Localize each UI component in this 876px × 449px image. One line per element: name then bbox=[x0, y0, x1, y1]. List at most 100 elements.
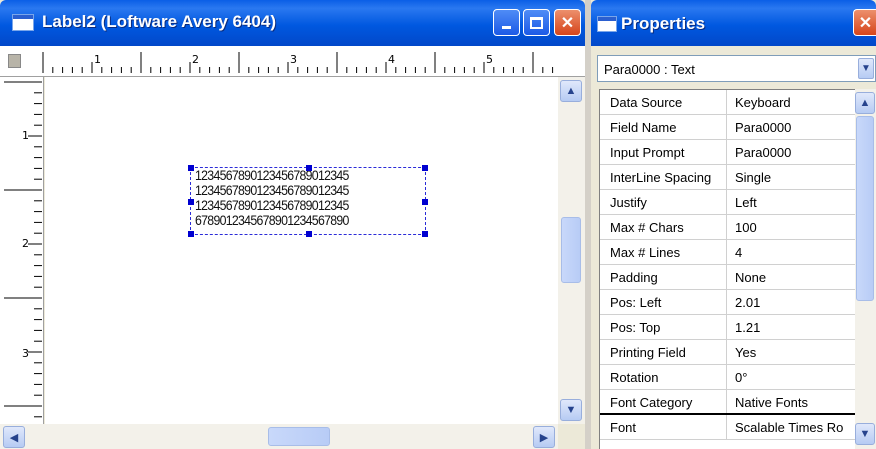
close-icon: ✕ bbox=[858, 14, 873, 32]
vertical-scroll-thumb[interactable] bbox=[561, 217, 581, 283]
minimize-icon bbox=[502, 26, 511, 29]
object-selector-value: Para0000 : Text bbox=[604, 62, 695, 77]
property-row[interactable]: Pos: Left 2.01 bbox=[600, 290, 855, 315]
ruler-number: 4 bbox=[388, 53, 395, 66]
horizontal-scroll-thumb[interactable] bbox=[268, 427, 330, 446]
property-value[interactable]: Yes bbox=[727, 340, 855, 364]
property-value[interactable]: 2.01 bbox=[727, 290, 855, 314]
resize-handle-sw[interactable] bbox=[188, 231, 194, 237]
property-row[interactable]: Printing Field Yes bbox=[600, 340, 855, 365]
close-button[interactable]: ✕ bbox=[554, 9, 581, 36]
property-name: Field Name bbox=[600, 115, 727, 139]
property-value[interactable]: 4 bbox=[727, 240, 855, 264]
scroll-down-button[interactable]: ▼ bbox=[560, 399, 582, 421]
scroll-up-button[interactable]: ▲ bbox=[855, 92, 875, 114]
ruler-number: 1 bbox=[94, 53, 101, 66]
property-name: Pos: Left bbox=[600, 290, 727, 314]
properties-titlebar[interactable]: Properties ✕ bbox=[591, 0, 876, 46]
property-row[interactable]: Max # Lines 4 bbox=[600, 240, 855, 265]
property-value[interactable]: None bbox=[727, 265, 855, 289]
property-name: Data Source bbox=[600, 90, 727, 114]
window-icon bbox=[597, 16, 617, 32]
property-row[interactable]: Font Scalable Times Ro bbox=[600, 415, 855, 440]
chevron-right-icon: ▶ bbox=[539, 431, 549, 444]
property-row[interactable]: Input Prompt Para0000 bbox=[600, 140, 855, 165]
scroll-corner bbox=[558, 424, 585, 449]
window-icon bbox=[12, 14, 34, 31]
ruler-number: 3 bbox=[290, 53, 297, 66]
property-value[interactable]: Keyboard bbox=[727, 90, 855, 114]
properties-scrollbar[interactable]: ▲ ▼ bbox=[855, 89, 876, 449]
label-window-title: Label2 (Loftware Avery 6404) bbox=[42, 12, 276, 31]
property-name: Justify bbox=[600, 190, 727, 214]
text-line: 1234567890123456789012345 bbox=[195, 167, 349, 183]
property-name: Input Prompt bbox=[600, 140, 727, 164]
ruler-number: 3 bbox=[22, 347, 29, 360]
vertical-scrollbar[interactable]: ▲ ▼ bbox=[558, 77, 585, 424]
close-icon: ✕ bbox=[560, 14, 575, 32]
property-value[interactable]: Para0000 bbox=[727, 115, 855, 139]
property-row[interactable]: Padding None bbox=[600, 265, 855, 290]
property-name: Max # Chars bbox=[600, 215, 727, 239]
scroll-down-button[interactable]: ▼ bbox=[855, 423, 875, 445]
dropdown-button[interactable]: ▼ bbox=[858, 58, 874, 79]
maximize-button[interactable] bbox=[523, 9, 550, 36]
horizontal-scrollbar[interactable]: ◀ ▶ bbox=[0, 424, 558, 449]
property-row[interactable]: Data Source Keyboard bbox=[600, 90, 855, 115]
property-name: Font Category bbox=[600, 390, 727, 413]
properties-title: Properties bbox=[621, 14, 706, 33]
ruler-number: 2 bbox=[22, 237, 29, 250]
minimize-button[interactable] bbox=[493, 9, 520, 36]
property-grid: Data Source Keyboard Field Name Para0000 Inp… bbox=[599, 89, 855, 449]
text-line: 1234567890123456789012345 bbox=[195, 197, 349, 213]
property-row[interactable]: Field Name Para0000 bbox=[600, 115, 855, 140]
property-row[interactable]: Font Category Native Fonts bbox=[600, 390, 855, 415]
label-window-titlebar[interactable]: Label2 (Loftware Avery 6404) ✕ bbox=[0, 0, 585, 46]
chevron-left-icon: ◀ bbox=[9, 431, 19, 444]
property-value[interactable]: 100 bbox=[727, 215, 855, 239]
chevron-down-icon: ▼ bbox=[565, 404, 577, 416]
resize-handle-w[interactable] bbox=[188, 199, 194, 205]
resize-handle-ne[interactable] bbox=[422, 165, 428, 171]
resize-handle-se[interactable] bbox=[422, 231, 428, 237]
label-canvas[interactable]: 1234567890123456789012345 12345678901234… bbox=[45, 77, 558, 424]
property-value[interactable]: Left bbox=[727, 190, 855, 214]
resize-handle-nw[interactable] bbox=[188, 165, 194, 171]
properties-window: Properties ✕ Para0000 : Text ▼ Data Sour… bbox=[591, 0, 876, 449]
property-value[interactable]: Single bbox=[727, 165, 855, 189]
property-value[interactable]: Native Fonts bbox=[727, 390, 855, 413]
chevron-up-icon: ▲ bbox=[565, 85, 577, 97]
resize-handle-n[interactable] bbox=[306, 165, 312, 171]
property-value[interactable]: Scalable Times Ro bbox=[727, 415, 855, 439]
resize-handle-e[interactable] bbox=[422, 199, 428, 205]
property-row[interactable]: Max # Chars 100 bbox=[600, 215, 855, 240]
property-name: Font bbox=[600, 415, 727, 439]
property-name: InterLine Spacing bbox=[600, 165, 727, 189]
property-name: Max # Lines bbox=[600, 240, 727, 264]
property-row[interactable]: InterLine Spacing Single bbox=[600, 165, 855, 190]
horizontal-ruler: 1 2 3 4 5 bbox=[0, 46, 585, 77]
text-line: 6789012345678901234567890 bbox=[195, 212, 349, 228]
text-field-selection[interactable]: 1234567890123456789012345 12345678901234… bbox=[188, 165, 428, 237]
property-value[interactable]: Para0000 bbox=[727, 140, 855, 164]
property-name: Printing Field bbox=[600, 340, 727, 364]
property-row[interactable]: Pos: Top 1.21 bbox=[600, 315, 855, 340]
label-window: Label2 (Loftware Avery 6404) ✕ 1 2 3 4 5… bbox=[0, 0, 585, 449]
property-value[interactable]: 0° bbox=[727, 365, 855, 389]
scroll-right-button[interactable]: ▶ bbox=[533, 426, 555, 448]
ruler-number: 2 bbox=[192, 53, 199, 66]
scroll-up-button[interactable]: ▲ bbox=[560, 80, 582, 102]
chevron-down-icon: ▼ bbox=[859, 428, 871, 440]
object-selector[interactable]: Para0000 : Text ▼ bbox=[597, 55, 876, 82]
ruler-number: 1 bbox=[22, 129, 29, 142]
property-row[interactable]: Rotation 0° bbox=[600, 365, 855, 390]
property-value[interactable]: 1.21 bbox=[727, 315, 855, 339]
property-row[interactable]: Justify Left bbox=[600, 190, 855, 215]
properties-scroll-thumb[interactable] bbox=[856, 116, 874, 301]
property-name: Padding bbox=[600, 265, 727, 289]
scroll-left-button[interactable]: ◀ bbox=[3, 426, 25, 448]
chevron-down-icon: ▼ bbox=[861, 63, 871, 74]
resize-handle-s[interactable] bbox=[306, 231, 312, 237]
properties-close-button[interactable]: ✕ bbox=[853, 9, 876, 36]
property-name: Pos: Top bbox=[600, 315, 727, 339]
